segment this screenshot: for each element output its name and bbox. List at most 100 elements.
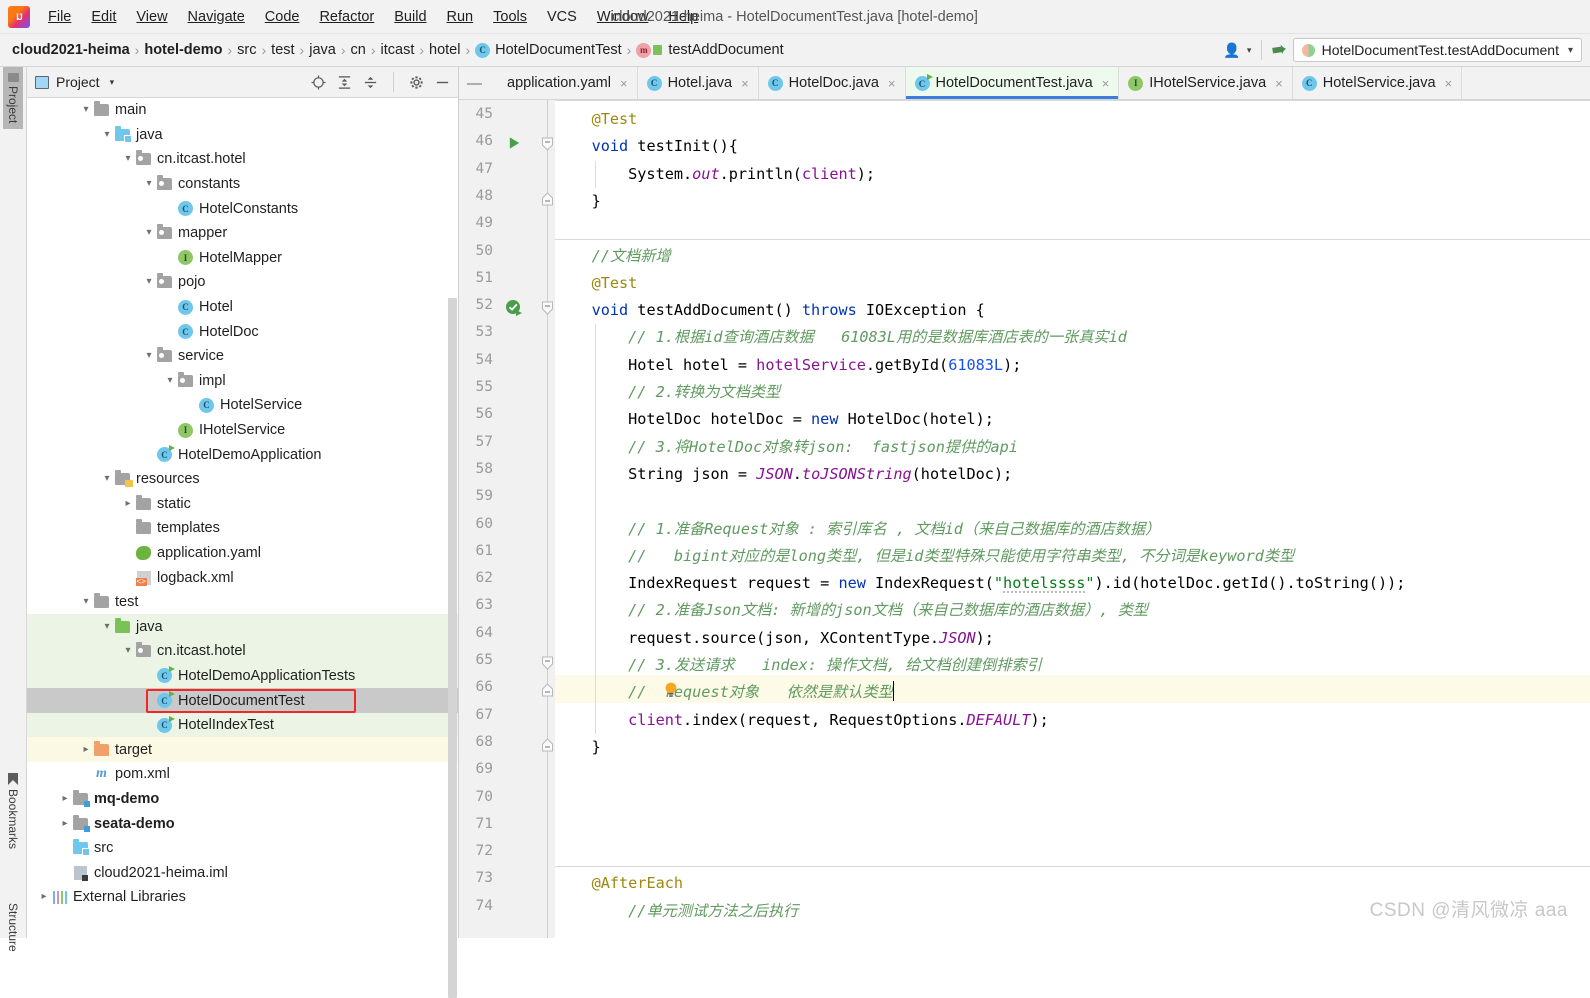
breadcrumb-item-src[interactable]: src: [237, 42, 256, 58]
menu-vcs[interactable]: VCS: [537, 4, 587, 30]
chevron-right-icon[interactable]: ▸: [79, 744, 93, 755]
tree-node-hotelindextest[interactable]: C HotelIndexTest: [27, 712, 458, 738]
tree-node-hotel[interactable]: C Hotel: [27, 295, 458, 320]
chevron-right-icon[interactable]: ▸: [58, 793, 72, 804]
breadcrumb-item-class[interactable]: HotelDocumentTest: [495, 42, 622, 58]
code-line-54[interactable]: Hotel hotel = hotelService.getById(61083…: [555, 352, 1021, 379]
tree-node-application-yaml[interactable]: application.yaml: [27, 541, 458, 566]
close-icon[interactable]: ×: [1445, 76, 1453, 91]
code-fold-end-icon[interactable]: [541, 738, 554, 752]
project-panel-scrollbar[interactable]: [447, 98, 458, 998]
code-line-46[interactable]: void testInit(){: [555, 133, 738, 160]
tree-node-src[interactable]: src: [27, 836, 458, 861]
code-line-60[interactable]: // 1.准备Request对象 : 索引库名 , 文档id（来自己数据库的酒店…: [555, 516, 1160, 543]
code-line-53[interactable]: // 1.根据id查询酒店数据 61083L用的是数据库酒店表的一张真实id: [555, 324, 1127, 351]
update-project-icon[interactable]: ➠: [1271, 39, 1288, 61]
menu-navigate[interactable]: Navigate: [178, 4, 255, 30]
close-icon[interactable]: ×: [1102, 76, 1110, 91]
breadcrumb[interactable]: cloud2021-heima › hotel-demo › src › tes…: [12, 42, 784, 58]
code-line-50[interactable]: //文档新增: [555, 243, 671, 270]
chevron-down-icon[interactable]: ▾: [142, 351, 156, 361]
tree-node-ihotelservice[interactable]: I IHotelService: [27, 418, 458, 443]
code-line-51[interactable]: @Test: [555, 270, 638, 297]
tree-node-hoteldemoapplicationtests[interactable]: C HotelDemoApplicationTests: [27, 663, 458, 689]
menu-build[interactable]: Build: [384, 4, 436, 30]
tree-node-hoteldocumenttest[interactable]: C HotelDocumentTest: [27, 688, 458, 713]
code-line-47[interactable]: System.out.println(client);: [555, 161, 875, 188]
sidebar-item-structure[interactable]: Structure: [3, 897, 23, 958]
code-line-56[interactable]: HotelDoc hotelDoc = new HotelDoc(hotel);: [555, 406, 994, 433]
run-configuration-selector[interactable]: HotelDocumentTest.testAddDocument ▾: [1292, 38, 1582, 62]
code-line-52[interactable]: void testAddDocument() throws IOExceptio…: [555, 297, 985, 324]
code-line-61[interactable]: // bigint对应的是long类型, 但是id类型特殊只能使用字符串类型, …: [555, 543, 1294, 570]
tree-node-resources[interactable]: ▾ resources: [27, 467, 458, 492]
breadcrumb-item-module[interactable]: hotel-demo: [144, 42, 222, 58]
tree-node-cloud2021-heima-iml[interactable]: cloud2021-heima.iml: [27, 860, 458, 885]
chevron-right-icon[interactable]: ▸: [37, 892, 51, 902]
run-test-rerun-icon[interactable]: [505, 299, 523, 320]
code-fold-open-icon[interactable]: [541, 137, 554, 152]
collapse-tabs-icon[interactable]: —: [459, 67, 492, 99]
hide-icon[interactable]: [435, 75, 450, 90]
chevron-down-icon[interactable]: ▾: [163, 375, 177, 386]
tree-node-static[interactable]: ▸ static: [27, 492, 458, 517]
menu-code[interactable]: Code: [255, 4, 310, 30]
chevron-down-icon[interactable]: ▾: [100, 621, 114, 632]
tree-node-hotelmapper[interactable]: I HotelMapper: [27, 246, 458, 271]
chevron-down-icon[interactable]: ▾: [121, 154, 135, 164]
code-line-57[interactable]: // 3.将HotelDoc对象转json: fastjson提供的api: [555, 434, 1018, 461]
code-line-55[interactable]: // 2.转换为文档类型: [555, 379, 780, 406]
tree-node-mapper[interactable]: ▾ mapper: [27, 221, 458, 246]
code-line-68[interactable]: }: [555, 734, 601, 761]
tree-node-pom-xml[interactable]: m pom.xml: [27, 762, 458, 787]
breadcrumb-item-itcast[interactable]: itcast: [381, 42, 415, 58]
tree-node-java[interactable]: ▾ java: [27, 123, 458, 148]
close-icon[interactable]: ×: [1275, 76, 1283, 91]
code-line-73[interactable]: @AfterEach: [555, 870, 683, 897]
chevron-down-icon[interactable]: ▾: [79, 597, 93, 607]
tree-node-impl[interactable]: ▾ impl: [27, 369, 458, 394]
breadcrumb-item-method[interactable]: testAddDocument: [668, 42, 783, 58]
tree-node-pojo[interactable]: ▾ pojo: [27, 270, 458, 295]
code-line-48[interactable]: }: [555, 188, 601, 215]
menu-edit[interactable]: Edit: [81, 4, 126, 30]
run-test-green-triangle-icon[interactable]: [507, 135, 522, 154]
tree-node-hotelconstants[interactable]: C HotelConstants: [27, 196, 458, 221]
gear-icon[interactable]: [409, 75, 424, 90]
chevron-down-icon[interactable]: ▾: [110, 77, 115, 88]
editor-gutter[interactable]: 45 46 47 48 49 50 51 52 53 54 55 56 57 58 59 60 61 62 63 64…: [459, 100, 555, 938]
editor-scrollbar[interactable]: [1578, 100, 1590, 938]
intention-bulb-icon[interactable]: [663, 681, 679, 702]
close-icon[interactable]: ×: [888, 76, 896, 91]
menu-bar[interactable]: File Edit View Navigate Code Refactor Bu…: [38, 4, 708, 30]
chevron-right-icon[interactable]: ▸: [58, 818, 72, 829]
project-tree[interactable]: ▾ main ▾ java ▾ cn.itcast.hotel ▾ constants C Hot…: [27, 98, 458, 938]
editor-tab-hoteldocumenttest-java[interactable]: C HotelDocumentTest.java ×: [905, 67, 1120, 99]
tree-node-test[interactable]: ▾ test: [27, 590, 458, 615]
scrollbar-thumb[interactable]: [448, 298, 457, 998]
breadcrumb-item-cn[interactable]: cn: [351, 42, 366, 58]
tree-node-cn-itcast-hotel[interactable]: ▾ cn.itcast.hotel: [27, 639, 458, 664]
code-fold-end-icon[interactable]: [541, 683, 554, 697]
menu-help[interactable]: Help: [658, 4, 708, 30]
tree-node-java[interactable]: ▾ java: [27, 614, 458, 640]
chevron-down-icon[interactable]: ▾: [142, 228, 156, 238]
person-icon[interactable]: 👤: [1223, 42, 1240, 59]
chevron-down-icon[interactable]: ▾: [100, 129, 114, 140]
editor-tab-bar[interactable]: — application.yaml × C Hotel.java × C HotelDoc…: [459, 67, 1590, 100]
chevron-down-icon[interactable]: ▾: [142, 277, 156, 287]
code-line-67[interactable]: client.index(request, RequestOptions.DEF…: [555, 707, 1049, 734]
close-icon[interactable]: ×: [741, 76, 749, 91]
breadcrumb-item-project[interactable]: cloud2021-heima: [12, 42, 130, 58]
editor-tab-hoteldoc-java[interactable]: C HotelDoc.java ×: [758, 67, 906, 99]
tree-node-external-libraries[interactable]: ▸ External Libraries: [27, 885, 458, 910]
editor-tab-ihotelservice-java[interactable]: I IHotelService.java ×: [1119, 67, 1293, 99]
sidebar-item-project[interactable]: Project: [3, 67, 23, 130]
editor-tab-hotelservice-java[interactable]: C HotelService.java ×: [1292, 67, 1463, 99]
chevron-down-icon[interactable]: ▾: [121, 646, 135, 656]
tree-node-seata-demo[interactable]: ▸ seata-demo: [27, 811, 458, 836]
chevron-down-icon[interactable]: ▾: [1247, 45, 1252, 56]
breadcrumb-item-hotel[interactable]: hotel: [429, 42, 460, 58]
code-line-74[interactable]: //单元测试方法之后执行: [555, 898, 798, 925]
code-line-58[interactable]: String json = JSON.toJSONString(hotelDoc…: [555, 461, 1012, 488]
